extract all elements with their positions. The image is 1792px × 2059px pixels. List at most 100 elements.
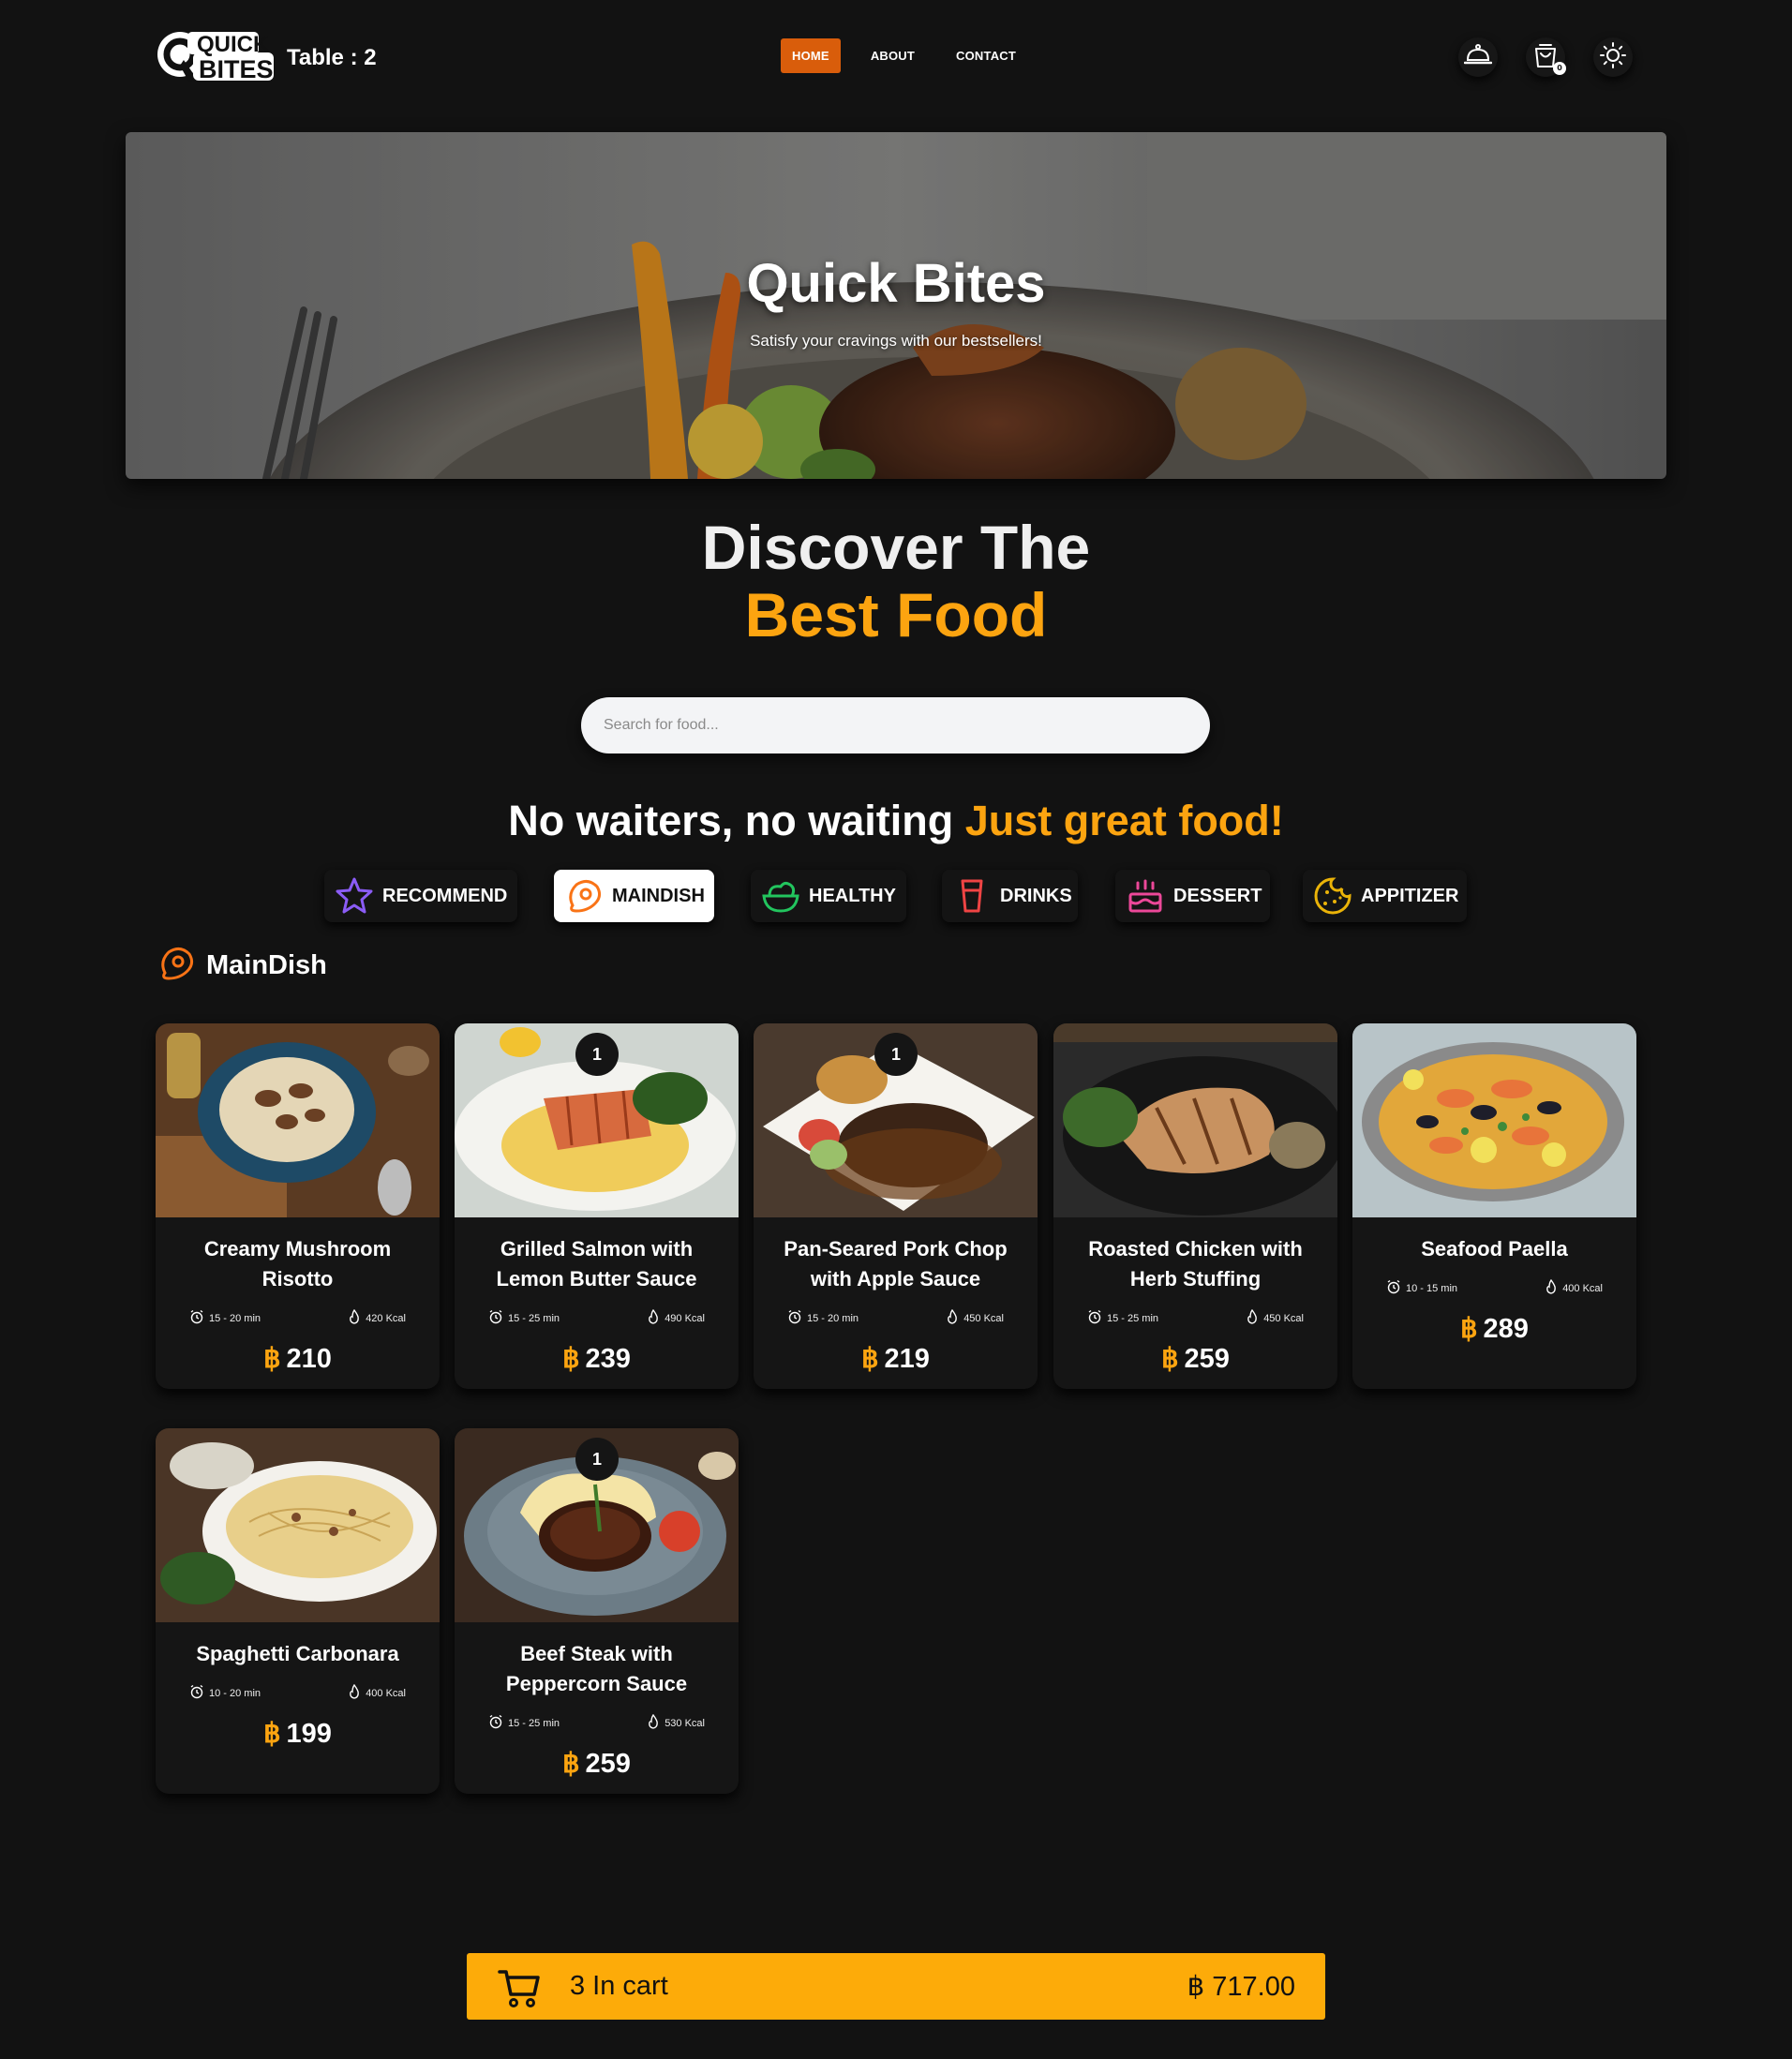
category-tab-drinks[interactable]: DRINKS: [942, 870, 1078, 922]
hero-title: Quick Bites: [746, 253, 1046, 314]
prep-time: 10 - 20 min: [189, 1684, 261, 1702]
salad-icon: [760, 875, 801, 917]
hero-banner: Quick Bites Satisfy your cravings with o…: [126, 132, 1666, 479]
item-price: ฿ 289: [1352, 1312, 1636, 1345]
category-label: DRINKS: [1000, 885, 1072, 906]
tagline-text: No waiters, no waiting: [508, 797, 965, 844]
steak-icon: [156, 943, 197, 988]
item-meta: 15 - 25 min 450 Kcal: [1053, 1308, 1337, 1327]
flame-icon: [946, 1308, 959, 1327]
item-price: ฿ 259: [1053, 1342, 1337, 1375]
tagline-accent: Just great food!: [964, 797, 1284, 844]
item-meta: 10 - 20 min 400 Kcal: [156, 1683, 440, 1702]
price-value: 219: [884, 1344, 930, 1374]
price-value: 289: [1483, 1314, 1529, 1344]
section-heading: MainDish: [156, 943, 327, 988]
hero-subtitle: Satisfy your cravings with our bestselle…: [750, 332, 1042, 350]
item-price: ฿ 259: [455, 1747, 739, 1780]
food-image: 1: [754, 1023, 1038, 1217]
item-name: Spaghetti Carbonara: [196, 1642, 399, 1665]
category-tab-recommend[interactable]: RECOMMEND: [324, 870, 517, 922]
flame-icon: [647, 1308, 660, 1327]
menu-item-card[interactable]: Creamy Mushroom Risotto 15 - 20 min 420 …: [156, 1023, 440, 1389]
category-label: MAINDISH: [612, 885, 705, 906]
quick-bites-logo[interactable]: QUICK BITES: [156, 24, 276, 95]
calories-text: 530 Kcal: [665, 1717, 705, 1729]
prep-time: 15 - 25 min: [488, 1714, 560, 1732]
menu-item-card[interactable]: 1 Pan-Seared Pork Chop with Apple Sauce …: [754, 1023, 1038, 1389]
price-value: 199: [286, 1719, 332, 1749]
discover-line-1: Discover The: [701, 513, 1091, 582]
calories: 530 Kcal: [647, 1713, 705, 1732]
item-name: Creamy Mushroom Risotto: [203, 1237, 392, 1291]
calories-text: 400 Kcal: [1562, 1282, 1603, 1294]
menu-item-card[interactable]: 1 Grilled Salmon with Lemon Butter Sauce…: [455, 1023, 739, 1389]
currency-symbol: ฿: [562, 1749, 580, 1779]
cart-button[interactable]: 0: [1526, 37, 1566, 77]
item-price: ฿ 219: [754, 1342, 1038, 1375]
calories-text: 450 Kcal: [963, 1312, 1004, 1324]
category-label: APPITIZER: [1361, 885, 1459, 906]
alarm-clock-icon: [1386, 1279, 1401, 1297]
cart-count-badge: 0: [1553, 62, 1566, 75]
calories-text: 400 Kcal: [366, 1687, 406, 1699]
nav-home[interactable]: HOME: [781, 38, 841, 73]
calories: 450 Kcal: [1246, 1308, 1304, 1327]
food-image: 1: [455, 1023, 739, 1217]
menu-item-card[interactable]: 1 Beef Steak with Peppercorn Sauce 15 - …: [455, 1428, 739, 1794]
prep-time-text: 10 - 15 min: [1406, 1282, 1458, 1294]
category-tab-dessert[interactable]: DESSERT: [1115, 870, 1270, 922]
menu-item-card[interactable]: Seafood Paella 10 - 15 min 400 Kcal ฿ 289: [1352, 1023, 1636, 1389]
currency-symbol: ฿: [1161, 1344, 1179, 1374]
calories: 420 Kcal: [348, 1308, 406, 1327]
food-image: [156, 1428, 440, 1622]
item-name: Beef Steak with Peppercorn Sauce: [505, 1642, 688, 1695]
view-cart-bar[interactable]: 3 In cart ฿ 717.00: [467, 1953, 1325, 2020]
prep-time-text: 15 - 25 min: [508, 1717, 560, 1729]
calories: 450 Kcal: [946, 1308, 1004, 1327]
nav-about[interactable]: ABOUT: [859, 38, 926, 73]
prep-time-text: 15 - 25 min: [1107, 1312, 1159, 1324]
alarm-clock-icon: [1087, 1309, 1102, 1327]
item-meta: 15 - 20 min 450 Kcal: [754, 1308, 1038, 1327]
category-tab-healthy[interactable]: HEALTHY: [751, 870, 906, 922]
discover-heading: Discover The Best Food: [0, 514, 1792, 649]
currency-symbol: ฿: [1460, 1314, 1478, 1344]
flame-icon: [348, 1683, 361, 1702]
nav-contact[interactable]: CONTACT: [945, 38, 1027, 73]
search-input[interactable]: [581, 697, 1210, 753]
calories: 400 Kcal: [348, 1683, 406, 1702]
steak-icon: [563, 875, 605, 917]
star-icon: [334, 875, 375, 917]
currency-symbol: ฿: [263, 1344, 281, 1374]
item-price: ฿ 239: [455, 1342, 739, 1375]
currency-symbol: ฿: [861, 1344, 879, 1374]
calories: 400 Kcal: [1545, 1278, 1603, 1297]
table-number: Table : 2: [287, 45, 377, 70]
call-waiter-button[interactable]: [1458, 37, 1498, 77]
item-name: Grilled Salmon with Lemon Butter Sauce: [496, 1237, 697, 1291]
bell-service-icon: [1463, 43, 1493, 71]
menu-item-card[interactable]: Roasted Chicken with Herb Stuffing 15 - …: [1053, 1023, 1337, 1389]
quantity-badge: 1: [575, 1438, 619, 1481]
prep-time: 15 - 25 min: [488, 1309, 560, 1327]
cart-total: ฿ 717.00: [1187, 1972, 1295, 2002]
cart-count: 3 In cart: [570, 1971, 668, 2001]
item-price: ฿ 210: [156, 1342, 440, 1375]
calories-text: 450 Kcal: [1263, 1312, 1304, 1324]
theme-toggle-button[interactable]: [1593, 37, 1633, 77]
prep-time-text: 15 - 20 min: [807, 1312, 859, 1324]
alarm-clock-icon: [488, 1309, 503, 1327]
category-tab-maindish[interactable]: MAINDISH: [554, 870, 714, 922]
prep-time-text: 15 - 20 min: [209, 1312, 261, 1324]
category-tab-appetizer[interactable]: APPITIZER: [1303, 870, 1467, 922]
item-meta: 15 - 20 min 420 Kcal: [156, 1308, 440, 1327]
price-value: 259: [1184, 1344, 1230, 1374]
price-value: 259: [585, 1749, 631, 1779]
item-name: Roasted Chicken with Herb Stuffing: [1088, 1237, 1303, 1291]
prep-time-text: 10 - 20 min: [209, 1687, 261, 1699]
prep-time: 15 - 20 min: [787, 1309, 859, 1327]
category-label: HEALTHY: [809, 885, 896, 906]
menu-item-card[interactable]: Spaghetti Carbonara 10 - 20 min 400 Kcal…: [156, 1428, 440, 1794]
page: QUICK BITES Table : 2 HOME ABOUT CONTACT: [0, 0, 1792, 2059]
